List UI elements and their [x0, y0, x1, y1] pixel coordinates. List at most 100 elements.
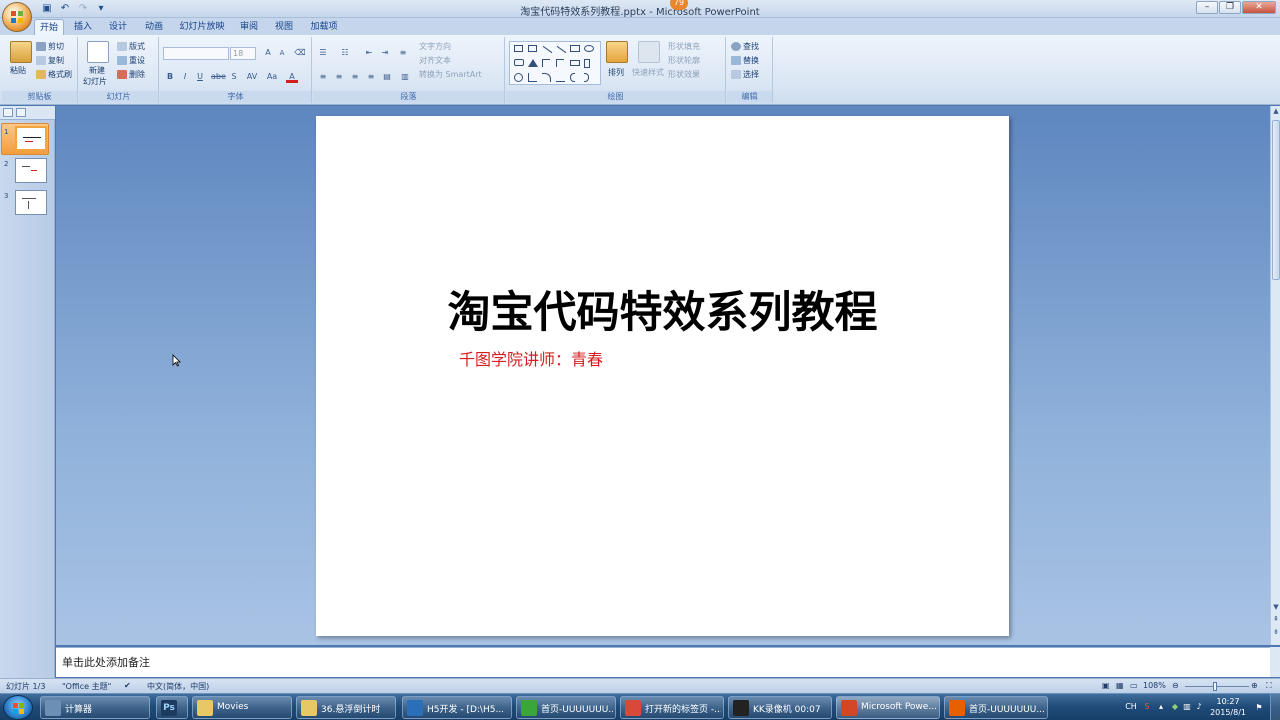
taskbar-item[interactable]: Microsoft Powe...	[836, 696, 940, 719]
new-slide-label-1[interactable]: 新建	[89, 65, 105, 76]
outline-tab-icon[interactable]	[16, 108, 26, 117]
theme-name[interactable]: "Office 主题"	[62, 681, 111, 692]
arrange-icon[interactable]	[606, 41, 628, 63]
show-desktop-button[interactable]	[1270, 694, 1280, 720]
font-size-box[interactable]: 18	[230, 47, 256, 60]
textbox-shape-icon[interactable]	[514, 45, 523, 52]
triangle-shape-icon[interactable]	[528, 59, 538, 67]
bold-button[interactable]: B	[164, 71, 176, 83]
curve-shape-icon[interactable]	[528, 73, 537, 82]
restore-button[interactable]: ❐	[1219, 1, 1241, 14]
layout-button[interactable]: 版式	[117, 41, 145, 52]
shape-effects-button[interactable]: 形状效果	[668, 69, 700, 80]
align-text-button[interactable]: 对齐文本	[419, 55, 451, 66]
font-color-button[interactable]: A	[286, 71, 298, 83]
normal-view-icon[interactable]: ▣	[1102, 681, 1110, 690]
line-shape-icon[interactable]	[542, 45, 553, 54]
slide-title[interactable]: 淘宝代码特效系列教程	[316, 278, 1009, 340]
grow-font-button[interactable]: A	[262, 47, 274, 59]
taskbar-item[interactable]: H5开发 - [D:\H5...	[402, 696, 512, 719]
shape-fill-button[interactable]: 形状填充	[668, 41, 700, 52]
rounded-rect-shape-icon[interactable]	[514, 59, 524, 66]
paste-icon[interactable]	[10, 41, 32, 63]
align-center-icon[interactable]: ≡	[333, 71, 345, 83]
tab-review[interactable]: 审阅	[236, 19, 262, 35]
numbering-icon[interactable]: ☷	[339, 47, 351, 59]
language-status[interactable]: 中文(简体，中国)	[147, 681, 209, 692]
taskbar-item[interactable]: Ps	[156, 696, 188, 719]
shrink-font-button[interactable]: A	[276, 47, 288, 59]
sogou-input-icon[interactable]: S	[1142, 702, 1152, 712]
smiley-shape-icon[interactable]	[514, 73, 523, 82]
delete-slide-button[interactable]: 删除	[117, 69, 145, 80]
tab-home[interactable]: 开始	[34, 19, 64, 35]
arrange-button[interactable]: 排列	[608, 67, 624, 78]
tab-addins[interactable]: 加载项	[306, 19, 342, 35]
shadow-button[interactable]: S	[228, 71, 240, 83]
slide-thumbnail-1[interactable]	[15, 126, 47, 151]
paste-button[interactable]: 粘贴	[10, 65, 26, 76]
tray-expand-icon[interactable]: ▴	[1156, 702, 1166, 712]
security-shield-icon[interactable]: ◆	[1170, 702, 1180, 712]
freeform-shape-icon[interactable]	[556, 73, 565, 82]
smartart-button[interactable]: 转换为 SmartArt	[419, 69, 482, 80]
shape-outline-button[interactable]: 形状轮廓	[668, 55, 700, 66]
tab-insert[interactable]: 插入	[70, 19, 96, 35]
fit-to-window-icon[interactable]: ⛶	[1266, 681, 1272, 691]
vertical-textbox-shape-icon[interactable]	[528, 45, 537, 52]
right-brace-shape-icon[interactable]	[584, 73, 589, 82]
elbow-arrow-icon[interactable]	[556, 59, 564, 67]
slideshow-view-icon[interactable]: ▭	[1130, 681, 1138, 690]
slide-subtitle[interactable]: 千图学院讲师：青春	[459, 346, 603, 370]
slides-tab-icon[interactable]	[3, 108, 13, 117]
close-button[interactable]: ✕	[1242, 1, 1276, 14]
left-brace-shape-icon[interactable]	[570, 73, 575, 82]
previous-slide-icon[interactable]: ⇞	[1271, 614, 1280, 624]
font-name-box[interactable]	[163, 47, 229, 60]
oval-shape-icon[interactable]	[584, 45, 594, 52]
new-slide-label-2[interactable]: 幻灯片	[83, 76, 107, 87]
notes-pane[interactable]: 单击此处添加备注	[56, 647, 1270, 677]
tab-slideshow[interactable]: 幻灯片放映	[176, 19, 228, 35]
vertical-scrollbar[interactable]: ▲ ▼ ⇞ ⇟	[1270, 106, 1280, 645]
clear-format-icon[interactable]: ⌫	[294, 47, 306, 59]
start-button[interactable]	[3, 695, 33, 720]
slide-canvas[interactable]: 淘宝代码特效系列教程 千图学院讲师：青春	[316, 116, 1009, 636]
taskbar-item[interactable]: KK录像机 00:07	[728, 696, 832, 719]
decrease-indent-icon[interactable]: ⇤	[363, 47, 375, 59]
align-right-icon[interactable]: ≡	[349, 71, 361, 83]
format-painter-button[interactable]: 格式刷	[36, 69, 72, 80]
text-direction-button[interactable]: 文字方向	[419, 41, 451, 52]
select-button[interactable]: 选择	[731, 69, 759, 80]
slide-thumbnail-2[interactable]	[15, 158, 47, 183]
taskbar-item[interactable]: 首页-UUUUUUU...	[944, 696, 1048, 719]
tab-design[interactable]: 设计	[104, 19, 132, 35]
zoom-in-icon[interactable]: ⊕	[1251, 681, 1258, 690]
find-button[interactable]: 查找	[731, 41, 759, 52]
scrollbar-thumb[interactable]	[1272, 120, 1280, 280]
taskbar-item[interactable]: 打开新的标签页 -...	[620, 696, 724, 719]
notes-placeholder[interactable]: 单击此处添加备注	[62, 654, 150, 670]
new-slide-icon[interactable]	[87, 41, 109, 63]
minimize-button[interactable]: –	[1196, 1, 1218, 14]
elbow-connector-icon[interactable]	[542, 59, 550, 67]
right-arrow-shape-icon[interactable]	[570, 60, 580, 66]
volume-icon[interactable]: ♪	[1194, 702, 1204, 712]
taskbar-item[interactable]: 计算器	[40, 696, 150, 719]
tab-animations[interactable]: 动画	[140, 19, 168, 35]
rectangle-shape-icon[interactable]	[570, 45, 580, 52]
slide-thumbnail-3[interactable]	[15, 190, 47, 215]
clock[interactable]: 10:27 2015/8/1	[1210, 696, 1246, 718]
zoom-slider-knob[interactable]	[1213, 682, 1217, 691]
taskbar-item[interactable]: 36.悬浮倒计时	[296, 696, 396, 719]
notes-scrollbar[interactable]	[1270, 647, 1280, 677]
taskbar-item[interactable]: Movies	[192, 696, 292, 719]
quick-styles-icon[interactable]	[638, 41, 660, 63]
line-spacing-icon[interactable]: ≡	[397, 47, 409, 59]
reset-button[interactable]: 重设	[117, 55, 145, 66]
replace-button[interactable]: 替换	[731, 55, 759, 66]
shapes-gallery[interactable]	[509, 41, 601, 85]
down-arrow-shape-icon[interactable]	[584, 59, 590, 68]
scroll-down-icon[interactable]: ▼	[1271, 602, 1280, 612]
underline-button[interactable]: U	[194, 71, 206, 83]
